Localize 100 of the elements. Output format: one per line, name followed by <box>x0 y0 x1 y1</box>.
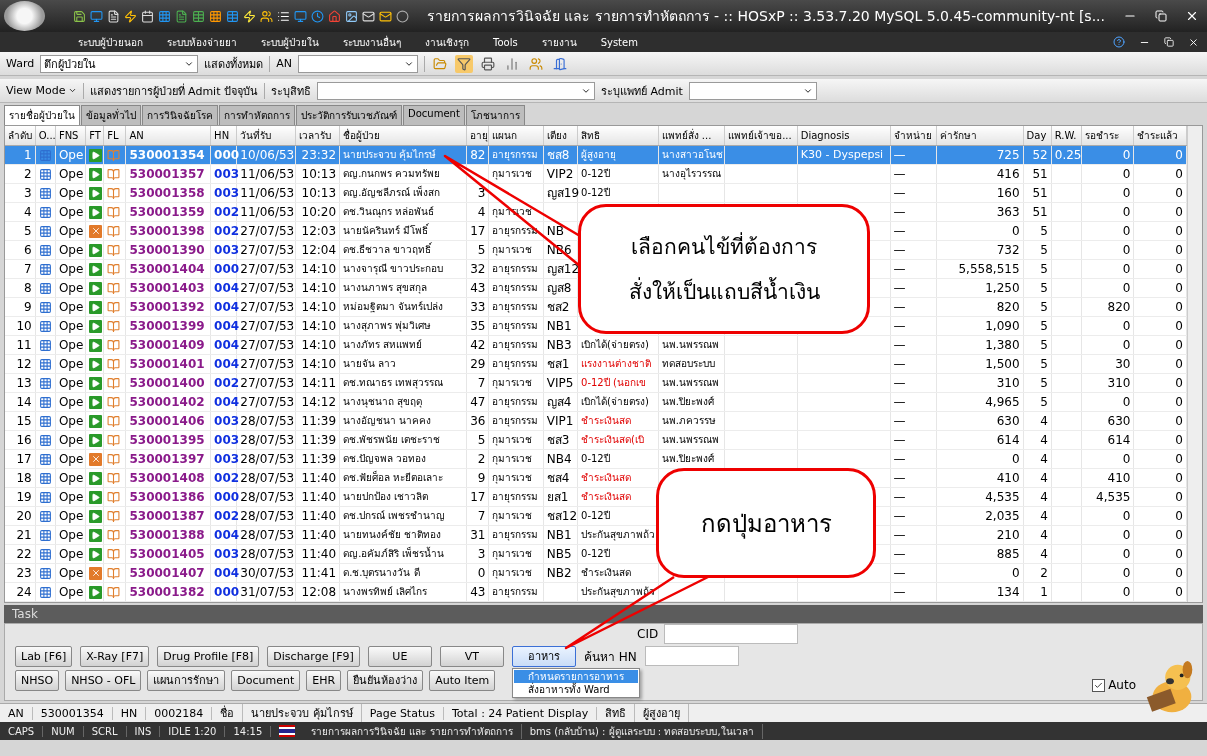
column-header[interactable]: AN <box>125 126 211 146</box>
restore-icon[interactable] <box>1164 37 1174 47</box>
menu-item[interactable]: สั่งอาหารทั้ง Ward <box>513 682 638 696</box>
toolbar-icon[interactable] <box>378 9 392 23</box>
toolbar-icon[interactable] <box>395 9 409 23</box>
column-header[interactable]: ชำระแล้ว <box>1133 126 1187 146</box>
table-cell: 0 <box>1133 316 1187 336</box>
status-value: 530001354 <box>32 706 113 720</box>
column-header[interactable]: Diagnosis <box>797 126 890 146</box>
task-button[interactable]: NHSO <box>15 669 60 691</box>
menu-item[interactable]: ระบบผู้ป่วยนอก <box>66 34 155 50</box>
menu-item[interactable]: ระบบงานอื่นๆ <box>331 34 413 50</box>
toolbar-icon[interactable] <box>361 9 375 23</box>
table-cell: 002 <box>210 373 237 393</box>
task-button[interactable]: UE <box>367 645 432 667</box>
table-cell: 0-12ปี <box>581 548 610 559</box>
column-header[interactable]: เวลารับ <box>295 126 340 146</box>
column-header[interactable]: วันที่รับ <box>236 126 296 146</box>
menu-item[interactable]: Tools <box>481 36 530 48</box>
menu-item[interactable]: งานเชิงรุก <box>413 34 481 50</box>
table-cell: นพ.นพรรณพ <box>661 434 719 445</box>
column-header[interactable]: แพทย์เจ้าขอ... <box>724 126 798 146</box>
toolbar-icon[interactable] <box>259 9 273 23</box>
toolbar-icon[interactable] <box>344 9 358 23</box>
menu-item[interactable]: System <box>588 36 650 48</box>
table-cell: 0 <box>1081 278 1134 298</box>
ward-dropdown[interactable]: ตึกผู้ป่วยใน <box>40 54 199 73</box>
tab[interactable]: โภชนาการ <box>465 105 525 125</box>
menu-item[interactable]: ระบบห้องจ่ายยา <box>155 34 249 50</box>
filter-icon[interactable] <box>455 54 473 73</box>
app-logo[interactable] <box>4 1 45 31</box>
book-icon <box>107 300 121 314</box>
column-header[interactable]: รอชำระ <box>1081 126 1134 146</box>
column-header[interactable]: จำหน่าย <box>890 126 937 146</box>
column-header[interactable]: R.W. <box>1051 126 1082 146</box>
task-button[interactable]: Auto Item <box>429 669 496 691</box>
tab[interactable]: ข้อมูลทั่วไป <box>81 105 141 125</box>
right-dropdown[interactable] <box>317 81 595 100</box>
restore-icon[interactable] <box>1155 10 1167 22</box>
task-button[interactable]: NHSO - OFL <box>65 669 142 691</box>
task-button[interactable]: EHR <box>306 669 342 691</box>
tab[interactable]: การทำหัตถการ <box>219 105 295 125</box>
column-header[interactable]: HN <box>210 126 237 146</box>
column-header[interactable]: อายุ <box>466 126 489 146</box>
table-cell: 43 <box>470 281 486 295</box>
cid-field[interactable] <box>664 624 799 644</box>
close-icon[interactable] <box>1185 9 1199 23</box>
view-mode-menu[interactable]: View Mode <box>6 84 77 97</box>
menu-item[interactable]: รายงาน <box>529 34 589 50</box>
column-header[interactable]: ชื่อผู้ป่วย <box>339 126 467 146</box>
task-button[interactable]: X-Ray [F7] <box>80 645 150 667</box>
cross-icon <box>89 566 103 580</box>
table-cell: 17 <box>470 224 486 238</box>
task-button[interactable]: VT <box>439 645 504 667</box>
table-cell: 11:39 <box>295 449 340 469</box>
task-button[interactable]: Document <box>231 669 301 691</box>
table-cell: ชส8 <box>546 148 570 162</box>
search-hn-field[interactable] <box>644 646 739 666</box>
table-cell: 11:40 <box>295 487 340 507</box>
column-header[interactable]: แผนก <box>488 126 544 146</box>
task-button[interactable]: Discharge [F9] <box>267 645 360 667</box>
menu-item[interactable]: ระบบผู้ป่วยใน <box>249 34 331 50</box>
toolbar-icon[interactable] <box>123 9 137 23</box>
task-button[interactable]: ยืนยันห้องว่าง <box>347 669 424 691</box>
table-cell: 19 <box>5 487 36 507</box>
table-cell: 630 <box>936 411 1024 431</box>
table-cell: 5 <box>1023 297 1052 317</box>
task-button[interactable]: แผนการรักษา <box>147 669 226 691</box>
column-header[interactable]: แพทย์สั่ง ... <box>658 126 725 146</box>
table-cell: 0 <box>1133 278 1187 298</box>
close-icon[interactable] <box>1188 36 1199 48</box>
tab[interactable]: รายชื่อผู้ป่วยใน <box>4 105 80 125</box>
column-header[interactable]: สิทธิ <box>577 126 659 146</box>
tab[interactable]: Document <box>403 105 465 125</box>
toolbar-icon[interactable] <box>276 9 290 23</box>
column-header[interactable]: FNS <box>55 126 86 146</box>
column-header[interactable]: ค่ารักษา <box>936 126 1024 146</box>
column-header[interactable]: Day <box>1023 126 1052 146</box>
tab[interactable]: การวินิจฉัยโรค <box>142 105 218 125</box>
column-header[interactable]: O... <box>35 126 56 146</box>
doctor-dropdown[interactable] <box>688 81 817 100</box>
task-button[interactable]: Drug Profile [F8] <box>157 645 260 667</box>
table-cell: นางพรทิพย์ เลิศไกร <box>339 582 467 602</box>
toolbar-icon[interactable] <box>208 9 222 23</box>
toolbar-icon[interactable] <box>140 9 154 23</box>
task-button[interactable]: อาหาร <box>511 645 576 667</box>
table-cell: — <box>890 145 937 165</box>
scrollbar[interactable] <box>1187 126 1202 602</box>
an-dropdown[interactable] <box>298 54 418 73</box>
column-header[interactable]: เตียง <box>543 126 578 146</box>
help-icon[interactable] <box>1113 36 1125 48</box>
toolbar-icon[interactable] <box>106 9 120 23</box>
checkbox[interactable] <box>1092 678 1106 692</box>
column-header[interactable]: FL <box>103 126 126 146</box>
toolbar-icon[interactable] <box>72 9 86 23</box>
table-cell: 363 <box>936 202 1024 222</box>
table-cell: 5 <box>1023 221 1052 241</box>
task-button[interactable]: Lab [F6] <box>15 645 73 667</box>
column-header[interactable]: ลำดับ <box>5 126 36 146</box>
tab[interactable]: ประวัติการรับเวชภัณฑ์ <box>296 105 402 125</box>
